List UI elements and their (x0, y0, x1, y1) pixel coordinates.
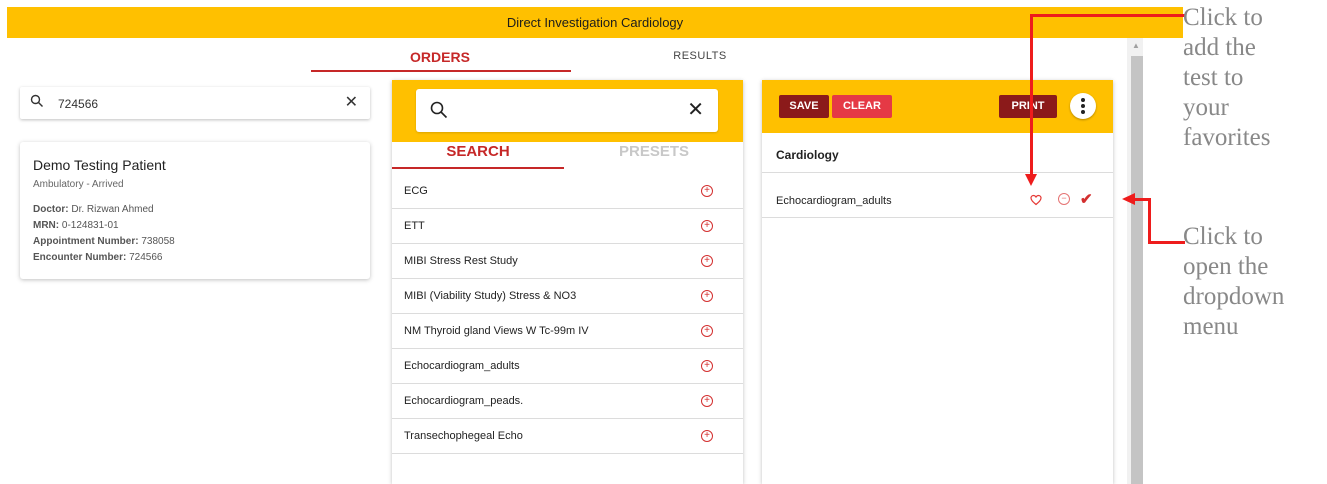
patient-encounter: Encounter Number: 724566 (33, 252, 163, 263)
add-test-icon[interactable]: + (701, 325, 713, 337)
app-title: Direct Investigation Cardiology (506, 15, 684, 30)
add-test-icon[interactable]: + (701, 290, 713, 302)
checkmark-dropdown-icon[interactable]: ✔ (1080, 190, 1093, 208)
more-dot (1081, 110, 1085, 114)
test-label: Transechophegeal Echo (404, 430, 523, 442)
search-icon (430, 101, 448, 124)
mrn-value: 0-124831-01 (61, 220, 119, 231)
annotation-line: your (1183, 94, 1229, 121)
annotation-arrow-line (1148, 198, 1151, 244)
remove-test-icon[interactable]: − (1058, 193, 1070, 205)
heart-icon[interactable] (1030, 193, 1042, 211)
test-label: MIBI (Viability Study) Stress & NO3 (404, 290, 577, 302)
encounter-value: 724566 (129, 252, 163, 263)
tab-search[interactable]: SEARCH (392, 143, 564, 167)
test-label: ETT (404, 220, 425, 232)
tab-presets[interactable]: PRESETS (568, 143, 740, 167)
annotation-arrowhead (1025, 174, 1037, 186)
scrollbar-thumb[interactable] (1131, 56, 1143, 484)
patient-search-box: ✕ (20, 87, 370, 119)
more-dot (1081, 104, 1085, 108)
mrn-label: MRN: (33, 220, 60, 231)
test-row[interactable]: ECG + (392, 174, 743, 209)
more-options-button[interactable] (1070, 93, 1096, 119)
selected-test-row[interactable]: Echocardiogram_adults − ✔ (762, 184, 1113, 218)
test-label: Echocardiogram_peads. (404, 395, 524, 407)
app-title-bar: Direct Investigation Cardiology (7, 7, 1183, 38)
add-test-icon[interactable]: + (701, 360, 713, 372)
encounter-label: Encounter Number: (33, 252, 127, 263)
add-test-icon[interactable]: + (701, 220, 713, 232)
patient-mrn: MRN: 0-124831-01 (33, 220, 119, 231)
test-label: NM Thyroid gland Views W Tc-99m IV (404, 325, 589, 337)
patient-appointment: Appointment Number: 738058 (33, 236, 175, 247)
doctor-value: Dr. Rizwan Ahmed (71, 204, 154, 215)
annotation-line: Click to (1183, 223, 1263, 250)
test-row[interactable]: Echocardiogram_peads. + (392, 384, 743, 419)
scroll-up-arrow-icon[interactable]: ▲ (1130, 41, 1142, 51)
annotation-line: Click to (1183, 4, 1263, 31)
add-test-icon[interactable]: + (701, 395, 713, 407)
add-test-icon[interactable]: + (701, 255, 713, 267)
annotation-line: dropdown (1183, 283, 1285, 310)
doctor-label: Doctor: (33, 204, 69, 215)
test-row[interactable]: Echocardiogram_adults + (392, 349, 743, 384)
appointment-value: 738058 (141, 236, 175, 247)
test-row[interactable]: ETT + (392, 209, 743, 244)
patient-name: Demo Testing Patient (33, 157, 166, 173)
print-button[interactable]: PRINT (999, 95, 1057, 118)
annotation-line: test to (1183, 64, 1244, 91)
clear-search-icon[interactable]: ✕ (345, 92, 358, 112)
patient-card[interactable]: Demo Testing Patient Ambulatory - Arrive… (20, 142, 370, 279)
add-test-icon[interactable]: + (701, 430, 713, 442)
clear-button[interactable]: CLEAR (832, 95, 892, 118)
annotation-line: open the (1183, 253, 1269, 280)
category-title: Cardiology (776, 148, 839, 162)
test-row[interactable]: MIBI Stress Rest Study + (392, 244, 743, 279)
annotation-line: add the (1183, 34, 1256, 61)
patient-search-input[interactable] (56, 93, 340, 115)
appointment-label: Appointment Number: (33, 236, 139, 247)
tab-orders-indicator (311, 70, 571, 72)
annotation-line: menu (1183, 313, 1239, 340)
annotation-favorites: Click to add the test to your favorites (1183, 3, 1323, 153)
save-button[interactable]: SAVE (779, 95, 829, 118)
divider (762, 172, 1113, 173)
annotation-line: favorites (1183, 124, 1271, 151)
test-row[interactable]: MIBI (Viability Study) Stress & NO3 + (392, 279, 743, 314)
annotation-arrowhead (1122, 193, 1135, 205)
search-icon (30, 94, 44, 113)
test-label: ECG (404, 185, 428, 197)
test-row[interactable]: NM Thyroid gland Views W Tc-99m IV + (392, 314, 743, 349)
test-row[interactable]: Transechophegeal Echo + (392, 419, 743, 454)
test-label: Echocardiogram_adults (404, 360, 520, 372)
more-dot (1081, 98, 1085, 102)
annotation-arrow-line (1030, 14, 1185, 17)
clear-search-icon[interactable]: ✕ (687, 97, 704, 122)
selected-test-label: Echocardiogram_adults (776, 195, 892, 207)
annotation-dropdown: Click to open the dropdown menu (1183, 222, 1323, 342)
tab-search-indicator (392, 167, 564, 169)
tab-results[interactable]: RESULTS (640, 50, 760, 62)
order-panel (762, 80, 1113, 484)
test-label: MIBI Stress Rest Study (404, 255, 518, 267)
annotation-arrow-line (1030, 14, 1033, 176)
test-search-box[interactable]: ✕ (416, 89, 718, 132)
annotation-arrow-line (1148, 241, 1185, 244)
patient-status: Ambulatory - Arrived (33, 179, 124, 190)
add-test-icon[interactable]: + (701, 185, 713, 197)
patient-doctor: Doctor: Dr. Rizwan Ahmed (33, 204, 154, 215)
